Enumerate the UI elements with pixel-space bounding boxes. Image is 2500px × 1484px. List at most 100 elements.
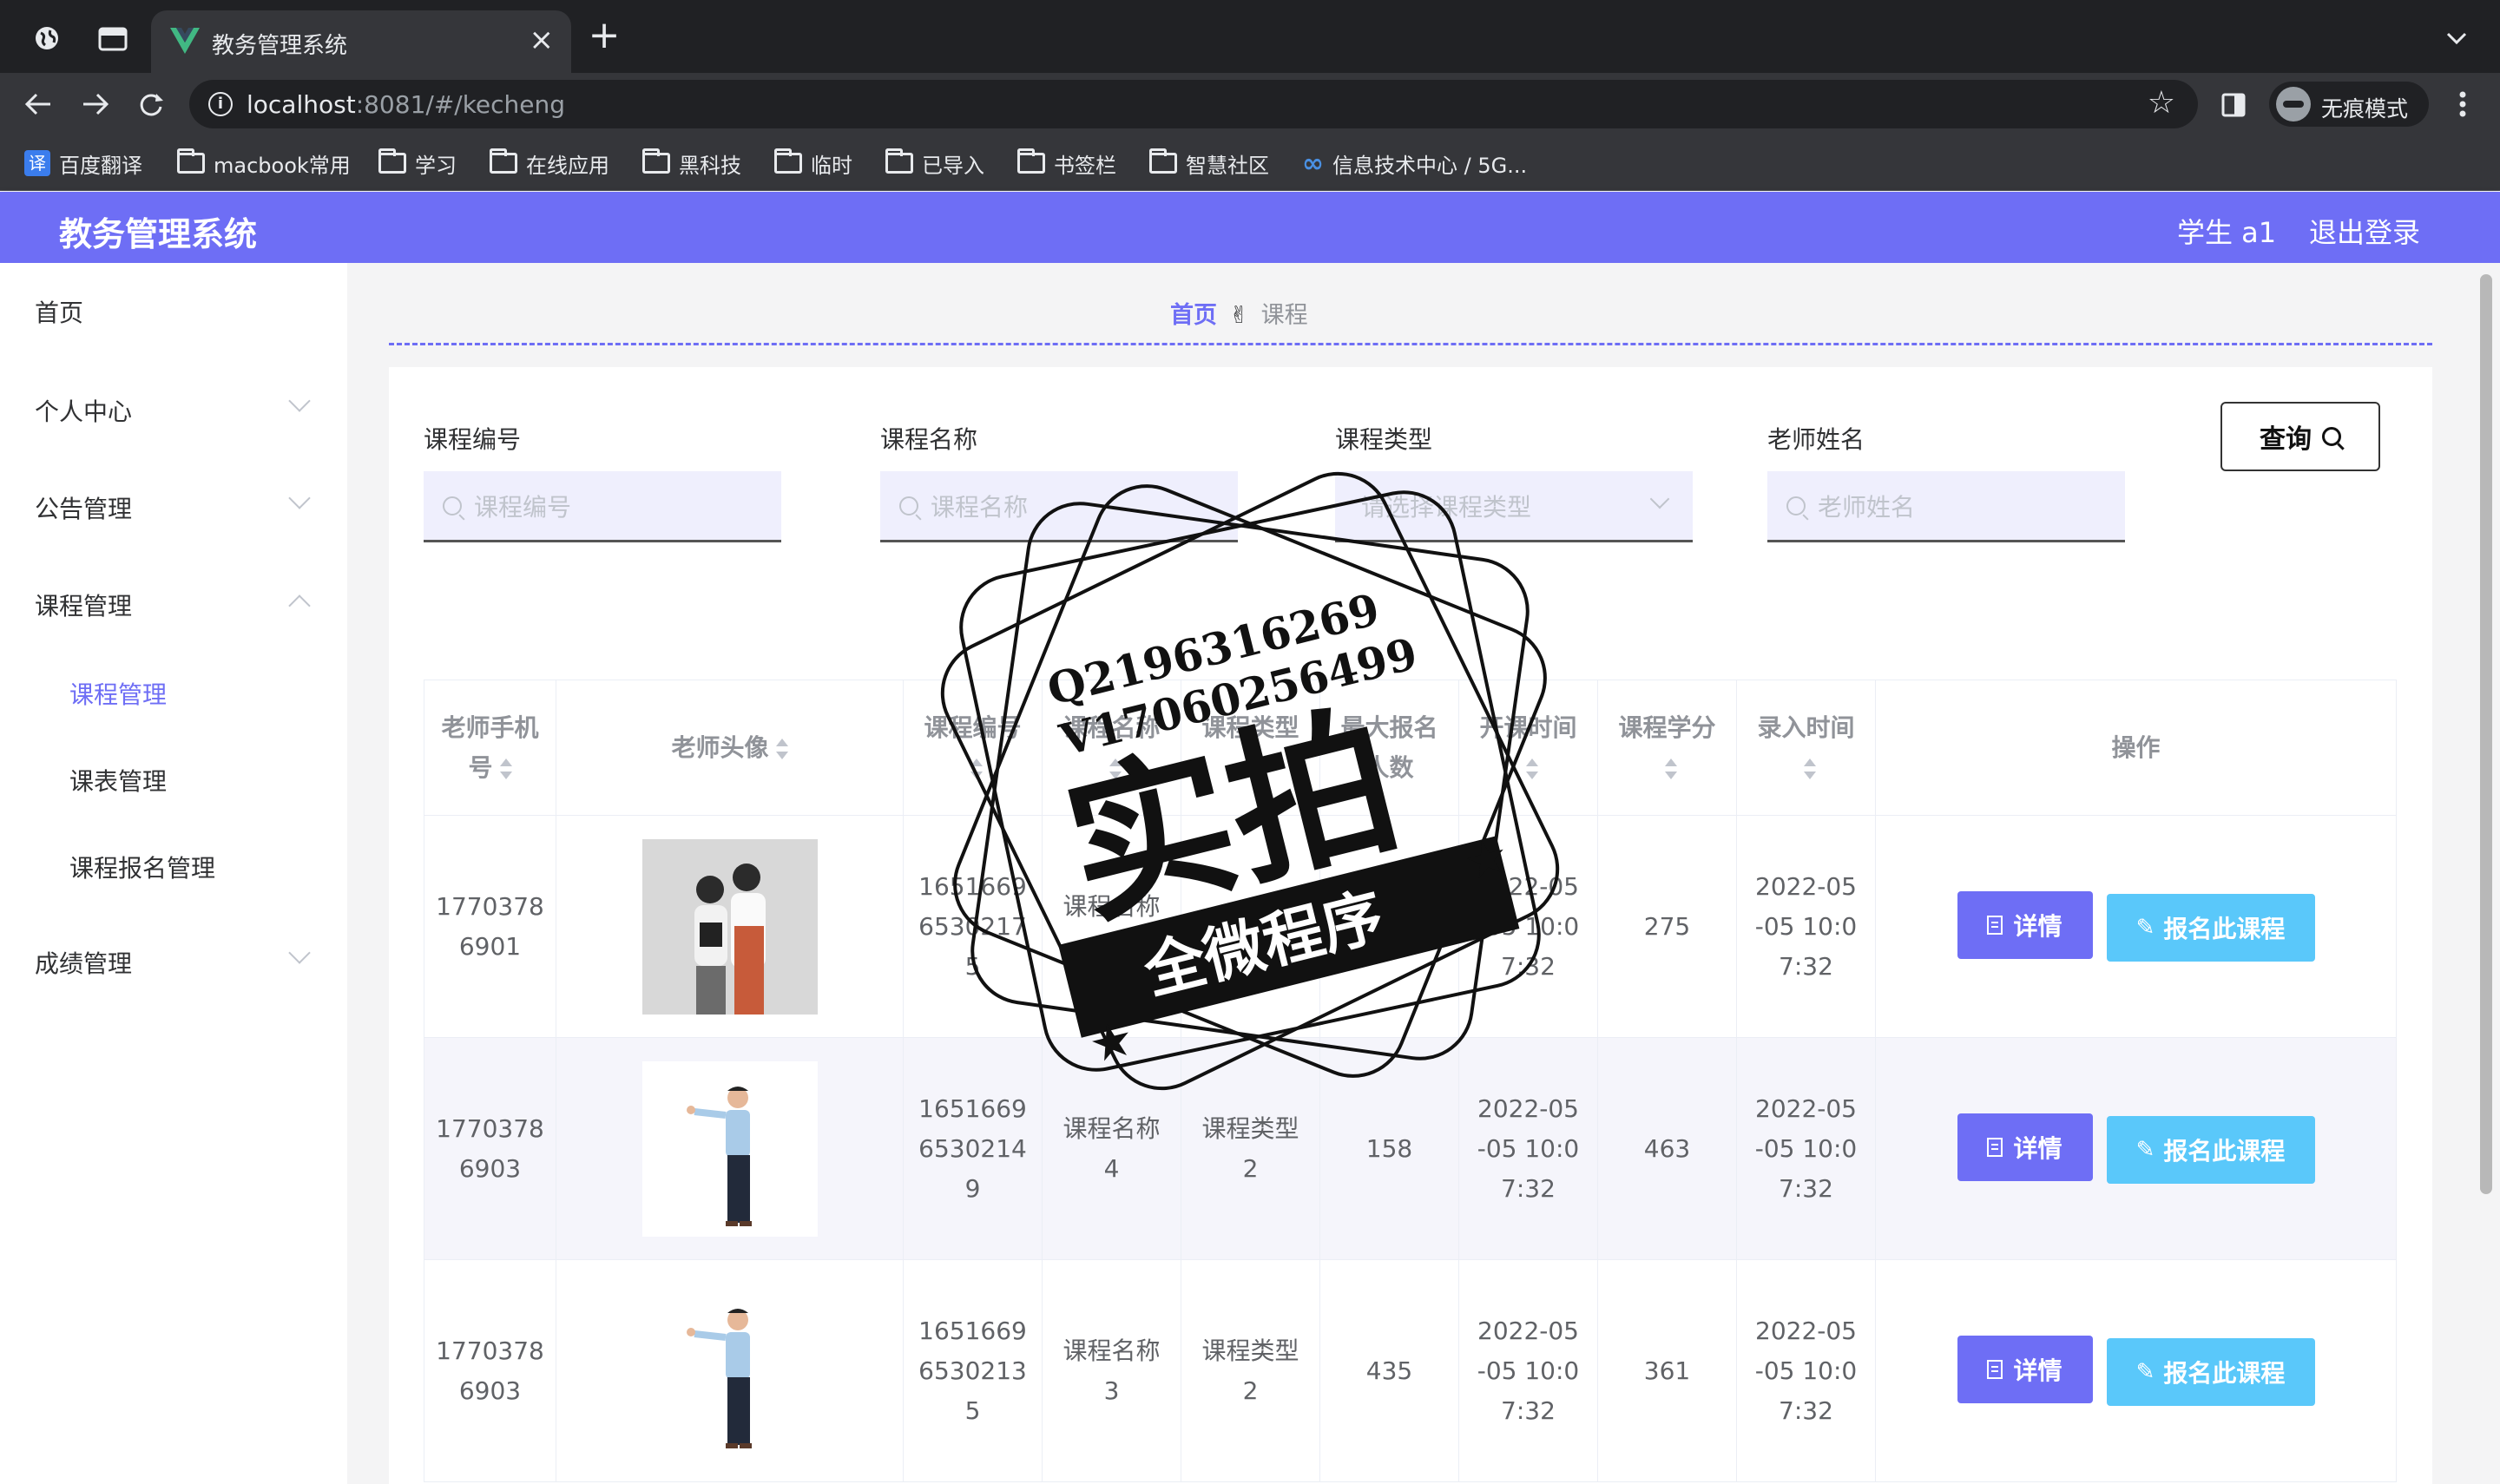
table-header-row: 老师手机号 老师头像 课程编号 课程名称 课程类型 最大报名 人数 开课时间 课程… xyxy=(424,680,2397,816)
bookmark-star-icon[interactable]: ☆ xyxy=(2148,85,2175,121)
teacher-man-photo[interactable] xyxy=(641,1283,818,1459)
folder-icon xyxy=(177,148,205,174)
sidebar-item-grades[interactable]: 成绩管理 xyxy=(35,945,132,980)
sort-caret-icon[interactable] xyxy=(1664,758,1677,779)
table-row: 1770378 6903 1651669 6530213 5 课程名称 3 课程… xyxy=(424,1259,2397,1482)
document-icon xyxy=(1987,1138,2003,1157)
search-icon xyxy=(1786,496,1806,515)
sort-caret-icon[interactable] xyxy=(1109,758,1122,779)
cell-max-enroll: 158 xyxy=(1319,1037,1459,1260)
sidebar-item-notice[interactable]: 公告管理 xyxy=(35,490,132,525)
bookmark-item[interactable]: 黑科技 xyxy=(642,148,741,179)
folder-icon xyxy=(774,148,802,174)
scrollbar-thumb[interactable] xyxy=(2480,274,2492,1194)
translate-icon: 译 xyxy=(24,150,50,176)
url-text[interactable]: localhost:8081/#/kecheng xyxy=(247,90,565,119)
teacher-name-input[interactable]: 老师姓名 xyxy=(1767,471,2125,542)
detail-button[interactable]: 详情 xyxy=(1957,1113,2093,1181)
sort-caret-icon[interactable] xyxy=(499,758,512,779)
globe-icon[interactable] xyxy=(31,23,62,54)
content-card: 课程编号 课程编号 课程名称 课程名称 课程类型 请选择课程类型 老师姓名 老师… xyxy=(389,367,2432,1484)
folder-icon xyxy=(1017,148,1045,174)
cell-course-name: 课程名称 3 xyxy=(1042,1259,1181,1482)
edit-icon: ✎ xyxy=(2135,1137,2155,1163)
course-type-select[interactable]: 请选择课程类型 xyxy=(1335,471,1693,542)
info-icon[interactable]: i xyxy=(208,92,233,116)
col-header-course-type[interactable]: 课程类型 xyxy=(1181,680,1320,816)
cell-created: 2022-05 -05 10:0 7:32 xyxy=(1736,1259,1876,1482)
enroll-button[interactable]: ✎ 报名此课程 xyxy=(2106,1338,2315,1406)
cell-actions: 详情 ✎ 报名此课程 xyxy=(1875,1259,2397,1482)
folder-icon xyxy=(490,148,517,174)
folder-icon xyxy=(885,148,913,174)
col-header-start-time[interactable]: 开课时间 xyxy=(1458,680,1598,816)
detail-button[interactable]: 详情 xyxy=(1957,891,2093,959)
forward-arrow-icon[interactable] xyxy=(78,87,113,121)
cell-course-name: 课程名称 5 xyxy=(1042,815,1181,1038)
main-content: 首页 ✌ 课程 课程编号 课程编号 课程名称 课程名称 课程类型 请选择课程类型 老… xyxy=(347,263,2474,1484)
sort-caret-icon[interactable] xyxy=(970,758,983,779)
sidebar-subitem-schedule[interactable]: 课表管理 xyxy=(69,763,167,798)
browser-tab-bar: 教务管理系统 × + xyxy=(0,0,2500,73)
query-button[interactable]: 查询 xyxy=(2220,402,2380,471)
table-row: 1770378 6903 1651669 6530214 9 课程名称 4 课程… xyxy=(424,1037,2397,1260)
bookmark-item[interactable]: 书签栏 xyxy=(1017,148,1116,179)
col-header-avatar[interactable]: 老师头像 xyxy=(556,680,904,816)
new-tab-button[interactable]: + xyxy=(587,13,622,57)
sidebar-item-course[interactable]: 课程管理 xyxy=(35,588,132,622)
sort-caret-icon[interactable] xyxy=(1247,758,1260,779)
bookmark-item[interactable]: 已导入 xyxy=(885,148,984,179)
teacher-man-photo[interactable] xyxy=(641,1060,818,1237)
cell-start-time: 2022-05 -05 10:0 7:32 xyxy=(1458,815,1598,1038)
reload-icon[interactable] xyxy=(134,87,168,121)
sidebar-item-personal[interactable]: 个人中心 xyxy=(35,393,132,428)
bookmark-item[interactable]: 学习 xyxy=(378,148,457,179)
divider xyxy=(389,343,2432,345)
tab-active[interactable]: 教务管理系统 × xyxy=(151,10,571,73)
col-header-course-name[interactable]: 课程名称 xyxy=(1042,680,1181,816)
chevron-down-icon[interactable] xyxy=(2439,21,2474,56)
bookmark-item[interactable]: 临时 xyxy=(774,148,852,179)
enroll-button[interactable]: ✎ 报名此课程 xyxy=(2106,894,2315,962)
sidebar-subitem-enrollment[interactable]: 课程报名管理 xyxy=(69,850,215,884)
course-name-input[interactable]: 课程名称 xyxy=(880,471,1238,542)
cell-created: 2022-05 -05 10:0 7:32 xyxy=(1736,1037,1876,1260)
side-panel-icon[interactable] xyxy=(2219,90,2248,120)
bookmark-item[interactable]: ∞ 信息技术中心 / 5G... xyxy=(1302,148,1527,179)
enroll-button[interactable]: ✎ 报名此课程 xyxy=(2106,1116,2315,1184)
logout-button[interactable]: 退出登录 xyxy=(2309,211,2420,251)
cell-phone: 1770378 6901 xyxy=(424,815,556,1038)
course-no-input[interactable]: 课程编号 xyxy=(424,471,781,542)
cell-course-no: 1651669 6530217 5 xyxy=(903,815,1043,1038)
teacher-duo-photo[interactable] xyxy=(641,838,818,1015)
detail-button[interactable]: 详情 xyxy=(1957,1336,2093,1403)
sidebar-subitem-course[interactable]: 课程管理 xyxy=(69,676,167,711)
bookmark-item[interactable]: 智慧社区 xyxy=(1149,148,1269,179)
bookmark-item[interactable]: 在线应用 xyxy=(490,148,609,179)
address-bar[interactable]: i localhost:8081/#/kecheng ☆ xyxy=(189,80,2198,128)
bookmark-item[interactable]: macbook常用 xyxy=(177,148,351,179)
more-vert-icon[interactable] xyxy=(2450,87,2476,121)
col-header-credit[interactable]: 课程学分 xyxy=(1597,680,1737,816)
cell-actions: 详情 ✎ 报名此课程 xyxy=(1875,815,2397,1038)
col-header-course-no[interactable]: 课程编号 xyxy=(903,680,1043,816)
sort-caret-icon[interactable] xyxy=(775,738,788,759)
sort-caret-icon[interactable] xyxy=(1525,758,1538,779)
back-arrow-icon[interactable] xyxy=(21,87,56,121)
cell-avatar xyxy=(556,1259,904,1482)
sort-caret-icon[interactable] xyxy=(1803,758,1816,779)
sidebar: 首页 个人中心 公告管理 课程管理 课程管理 课表管理 课程报名管理 成绩管理 xyxy=(0,263,347,1484)
bookmark-item[interactable]: 译百度翻译 xyxy=(24,148,142,179)
col-header-created[interactable]: 录入时间 xyxy=(1736,680,1876,816)
col-header-max-enroll[interactable]: 最大报名 人数 xyxy=(1319,680,1459,816)
sidebar-item-home[interactable]: 首页 xyxy=(35,294,83,329)
tab-group-icon[interactable] xyxy=(97,26,128,52)
incognito-profile-button[interactable]: 无痕模式 xyxy=(2269,82,2429,127)
col-header-action: 操作 xyxy=(1875,680,2397,816)
cell-course-name: 课程名称 4 xyxy=(1042,1037,1181,1260)
folder-icon xyxy=(642,148,670,174)
breadcrumb-home[interactable]: 首页 xyxy=(1170,302,1217,329)
col-header-phone[interactable]: 老师手机号 xyxy=(424,680,556,816)
incognito-icon xyxy=(2276,87,2311,121)
close-icon[interactable]: × xyxy=(530,23,555,57)
